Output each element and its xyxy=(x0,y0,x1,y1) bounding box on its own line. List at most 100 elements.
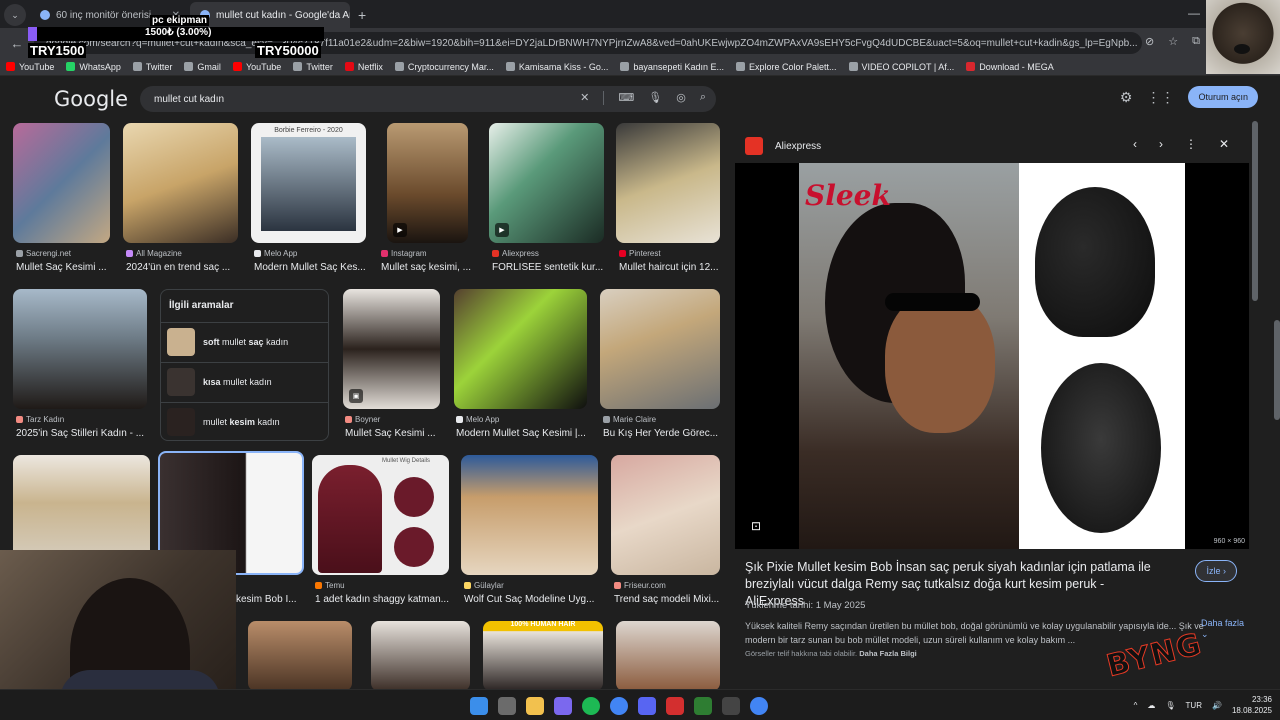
microphone-icon[interactable]: 🎙 xyxy=(1165,701,1175,710)
bookmark-icon xyxy=(505,62,515,71)
result-title[interactable]: Mullet Saç Kesimi ... xyxy=(345,428,440,439)
bookmark-item[interactable]: Kamisama Kiss - Go... xyxy=(505,62,608,72)
result-title[interactable]: Trend saç modeli Mixi... xyxy=(614,594,724,605)
bookmark-icon xyxy=(344,62,354,71)
image-result[interactable] xyxy=(371,621,470,689)
result-title[interactable]: Wolf Cut Saç Modeline Uyg... xyxy=(464,594,599,605)
clear-icon[interactable]: ✕ xyxy=(580,91,589,105)
image-result[interactable] xyxy=(611,455,720,575)
chevron-left-icon[interactable]: ‹ xyxy=(1133,137,1137,151)
image-result[interactable] xyxy=(616,123,720,243)
apps-grid-icon[interactable]: ⋮⋮ xyxy=(1146,89,1174,106)
image-result[interactable] xyxy=(600,289,720,409)
cloud-icon[interactable]: ☁ xyxy=(1147,701,1155,710)
result-title[interactable]: 1 adet kadın shaggy katman... xyxy=(315,594,455,605)
image-result[interactable]: ▶ xyxy=(489,123,604,243)
language-indicator[interactable]: TUR xyxy=(1186,701,1202,710)
donation-goal-label: pc ekipman xyxy=(150,15,210,26)
image-result[interactable]: ▶ xyxy=(387,123,468,243)
dog-image xyxy=(1206,0,1280,74)
result-title[interactable]: Bu Kış Her Yerde Görec... xyxy=(603,428,723,439)
new-tab-button[interactable]: + xyxy=(350,2,374,28)
result-title[interactable]: Modern Mullet Saç Kesimi |... xyxy=(456,428,591,439)
chrome-icon[interactable] xyxy=(610,697,628,715)
file-explorer-icon[interactable] xyxy=(526,697,544,715)
bookmark-item[interactable]: bayansepeti Kadın E... xyxy=(620,62,724,72)
page-scrollbar[interactable] xyxy=(1274,320,1280,420)
preview-source[interactable]: Aliexpress xyxy=(775,141,821,152)
bookmark-item[interactable]: Explore Color Palett... xyxy=(735,62,837,72)
more-button[interactable]: Daha fazla ⌄ xyxy=(1201,618,1249,640)
panel-scrollbar[interactable] xyxy=(1252,121,1258,301)
image-result[interactable] xyxy=(616,621,720,689)
search-input[interactable]: mullet cut kadın ✕ ⌨ 🎙 ◎ ⌕ xyxy=(140,86,716,112)
image-result[interactable] xyxy=(248,621,352,689)
image-result[interactable]: ▣ xyxy=(343,289,440,409)
related-searches-title: İlgili aramalar xyxy=(169,300,234,311)
image-result[interactable]: Borbie Ferreiro - 2020 xyxy=(251,123,366,243)
image-result[interactable] xyxy=(123,123,238,243)
result-title[interactable]: 2024'ün en trend saç ... xyxy=(126,262,241,273)
watch-button[interactable]: İzle › xyxy=(1195,560,1237,582)
lens-icon[interactable]: ◎ xyxy=(676,91,686,105)
spotify-icon[interactable] xyxy=(582,697,600,715)
bookmark-item[interactable]: VIDEO COPILOT | Af... xyxy=(848,62,954,72)
result-title[interactable]: Modern Mullet Saç Kes... xyxy=(254,262,369,273)
result-source: Boyner xyxy=(345,415,380,424)
chrome-icon[interactable] xyxy=(750,697,768,715)
image-result[interactable] xyxy=(13,289,147,409)
image-result[interactable] xyxy=(454,289,587,409)
keyboard-icon[interactable]: ⌨ xyxy=(618,91,634,105)
search-icon[interactable]: ⌕ xyxy=(700,91,706,105)
minimize-icon[interactable]: — xyxy=(1188,6,1200,20)
result-source: Instagram xyxy=(381,249,427,258)
result-title[interactable]: Mullet haircut için 12... xyxy=(619,262,724,273)
extension-icon[interactable]: ⧉ xyxy=(1192,35,1200,48)
result-title[interactable]: 2025'in Saç Stilleri Kadın - ... xyxy=(16,428,151,439)
donation-progress-fill xyxy=(28,27,37,41)
divider xyxy=(603,91,605,105)
copilot-icon[interactable] xyxy=(554,697,572,715)
eye-off-icon[interactable]: ⊘ xyxy=(1145,35,1154,48)
clock[interactable]: 23:36 18.08.2025 xyxy=(1232,694,1272,716)
sign-in-button[interactable]: Oturum açın xyxy=(1188,86,1258,108)
play-icon: ▶ xyxy=(393,223,407,237)
star-icon[interactable]: ☆ xyxy=(1168,35,1178,48)
app-icon[interactable] xyxy=(694,697,712,715)
bookmark-item[interactable]: Cryptocurrency Mar... xyxy=(394,62,494,72)
lens-icon[interactable]: ⊡ xyxy=(751,519,761,533)
related-search-item[interactable]: soft mullet saç kadın xyxy=(161,322,328,360)
related-search-item[interactable]: kısa mullet kadın xyxy=(161,362,328,400)
result-title[interactable]: FORLISEE sentetik kur... xyxy=(492,262,607,273)
result-source: Gülaylar xyxy=(464,581,504,590)
google-logo[interactable]: Google xyxy=(54,87,128,111)
image-result[interactable]: 100% HUMAN HAIR xyxy=(483,621,603,689)
result-title[interactable]: Mullet saç kesimi, ... xyxy=(381,262,481,273)
donation-code: TRY1500 xyxy=(28,43,87,58)
image-result[interactable] xyxy=(461,455,598,575)
image-result[interactable] xyxy=(13,123,110,243)
result-source: Pinterest xyxy=(619,249,661,258)
chevron-right-icon[interactable]: › xyxy=(1159,137,1163,151)
learn-more-link[interactable]: Daha Fazla Bilgi xyxy=(859,649,917,658)
thumb-caption: Borbie Ferreiro - 2020 xyxy=(274,127,343,134)
volume-icon[interactable]: 🔊 xyxy=(1212,701,1222,710)
start-icon[interactable] xyxy=(470,697,488,715)
preview-image[interactable]: Sleek 960 × 960 ⊡ xyxy=(735,163,1249,549)
bookmark-item[interactable]: Netflix xyxy=(344,62,383,72)
obs-icon[interactable] xyxy=(722,697,740,715)
close-icon[interactable]: ✕ xyxy=(1219,137,1229,151)
related-search-item[interactable]: mullet kesim kadın xyxy=(161,402,328,440)
task-view-icon[interactable] xyxy=(498,697,516,715)
bookmark-item[interactable]: Download - MEGA xyxy=(966,62,1054,72)
chevron-up-icon[interactable]: ^ xyxy=(1134,701,1138,710)
more-vert-icon[interactable]: ⋮ xyxy=(1185,137,1197,151)
result-title[interactable]: kesim Bob İ... xyxy=(236,594,304,605)
discord-icon[interactable] xyxy=(638,697,656,715)
app-icon[interactable] xyxy=(666,697,684,715)
microphone-icon[interactable]: 🎙 xyxy=(648,91,662,105)
result-source: Temu xyxy=(315,581,345,590)
settings-gear-icon[interactable]: ⚙ xyxy=(1120,89,1133,106)
result-title[interactable]: Mullet Saç Kesimi ... xyxy=(16,262,116,273)
image-result[interactable]: Mullet Wig Details xyxy=(312,455,449,575)
